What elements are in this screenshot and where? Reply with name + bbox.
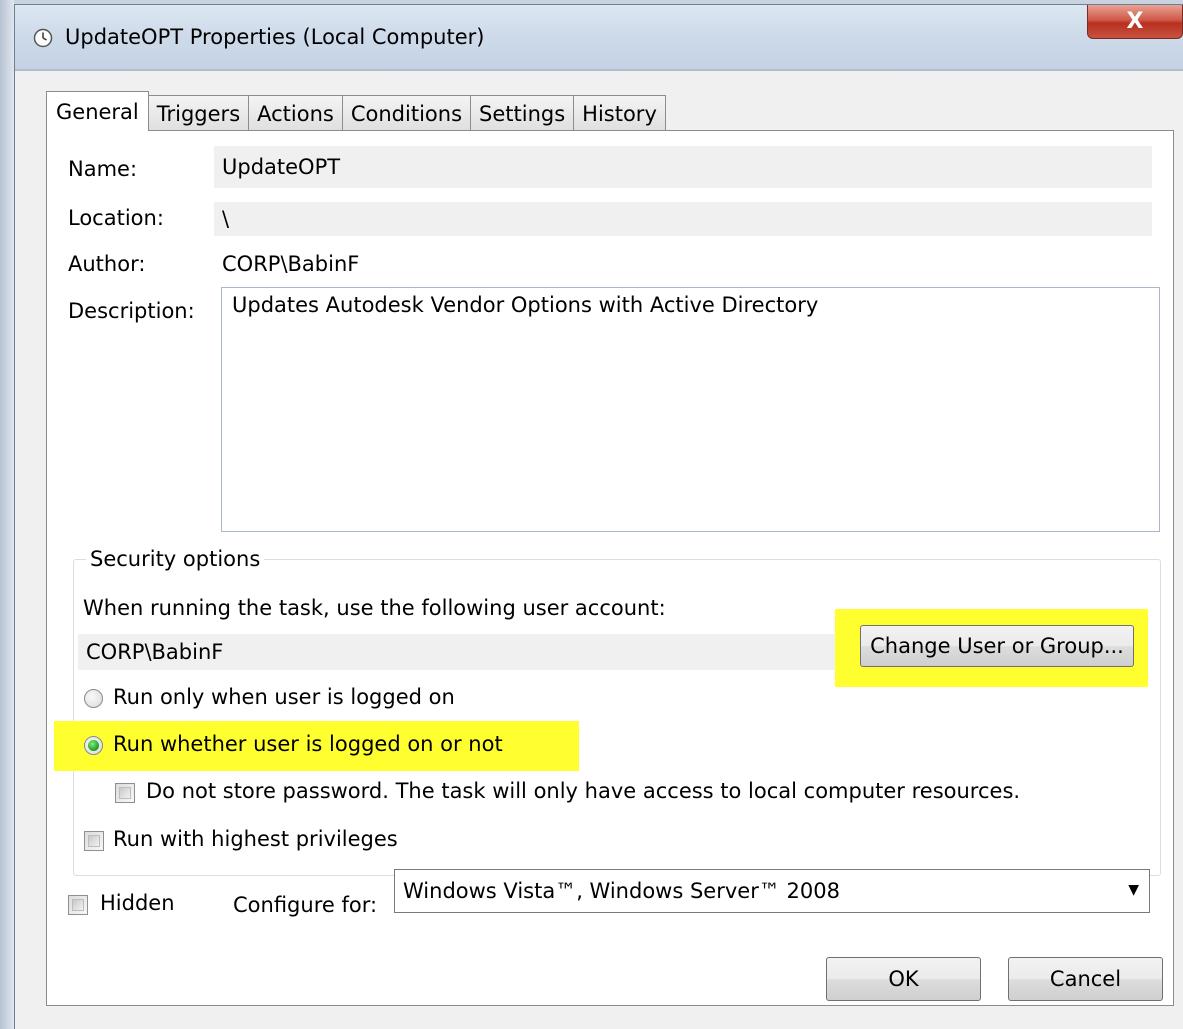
tab-history[interactable]: History: [573, 95, 666, 131]
properties-dialog: UpdateOPT Properties (Local Computer) X …: [14, 4, 1183, 1029]
tab-general[interactable]: General: [46, 91, 149, 131]
radio-run-logged-on[interactable]: [84, 689, 103, 708]
tab-actions[interactable]: Actions: [248, 95, 343, 131]
author-label: Author:: [68, 252, 146, 276]
dialog-client-area: General Triggers Actions Conditions Sett…: [24, 71, 1175, 1022]
hidden-checkbox[interactable]: [68, 895, 88, 915]
window-title: UpdateOPT Properties (Local Computer): [65, 25, 485, 49]
location-label: Location:: [68, 206, 164, 230]
tab-strip: General Triggers Actions Conditions Sett…: [46, 91, 666, 131]
configure-for-value: Windows Vista™, Windows Server™ 2008: [403, 879, 840, 903]
tab-settings[interactable]: Settings: [470, 95, 575, 131]
name-field[interactable]: UpdateOPT: [214, 146, 1152, 188]
radio-run-whether[interactable]: [84, 736, 103, 755]
desktop-background: [0, 0, 14, 1029]
title-bar[interactable]: UpdateOPT Properties (Local Computer) X: [15, 5, 1183, 71]
security-options-legend: Security options: [86, 547, 265, 571]
close-icon: X: [1126, 9, 1144, 34]
user-account-field: CORP\BabinF: [78, 634, 838, 670]
location-field[interactable]: \: [214, 202, 1152, 236]
description-label: Description:: [68, 299, 195, 323]
tab-triggers[interactable]: Triggers: [147, 95, 250, 131]
change-user-group-button[interactable]: Change User or Group...: [860, 625, 1134, 667]
radio-run-logged-on-label[interactable]: Run only when user is logged on: [113, 685, 455, 709]
name-label: Name:: [68, 157, 138, 181]
chevron-down-icon: ▼: [1128, 882, 1139, 898]
no-store-password-label[interactable]: Do not store password. The task will onl…: [146, 779, 1020, 803]
configure-for-label: Configure for:: [233, 893, 378, 917]
radio-run-whether-label[interactable]: Run whether user is logged on or not: [113, 732, 503, 756]
cancel-button[interactable]: Cancel: [1008, 957, 1163, 1001]
close-button[interactable]: X: [1087, 5, 1183, 39]
hidden-label[interactable]: Hidden: [100, 891, 175, 915]
configure-for-select[interactable]: Windows Vista™, Windows Server™ 2008 ▼: [394, 869, 1150, 913]
no-store-password-checkbox[interactable]: [115, 783, 135, 803]
account-prompt: When running the task, use the following…: [83, 596, 666, 620]
clock-icon: [33, 28, 53, 48]
tab-conditions[interactable]: Conditions: [341, 95, 472, 131]
description-textarea[interactable]: Updates Autodesk Vendor Options with Act…: [221, 287, 1160, 532]
author-field[interactable]: CORP\BabinF: [214, 246, 514, 282]
highest-privileges-checkbox[interactable]: [84, 831, 104, 851]
highest-privileges-label[interactable]: Run with highest privileges: [113, 827, 398, 851]
ok-button[interactable]: OK: [826, 957, 981, 1001]
